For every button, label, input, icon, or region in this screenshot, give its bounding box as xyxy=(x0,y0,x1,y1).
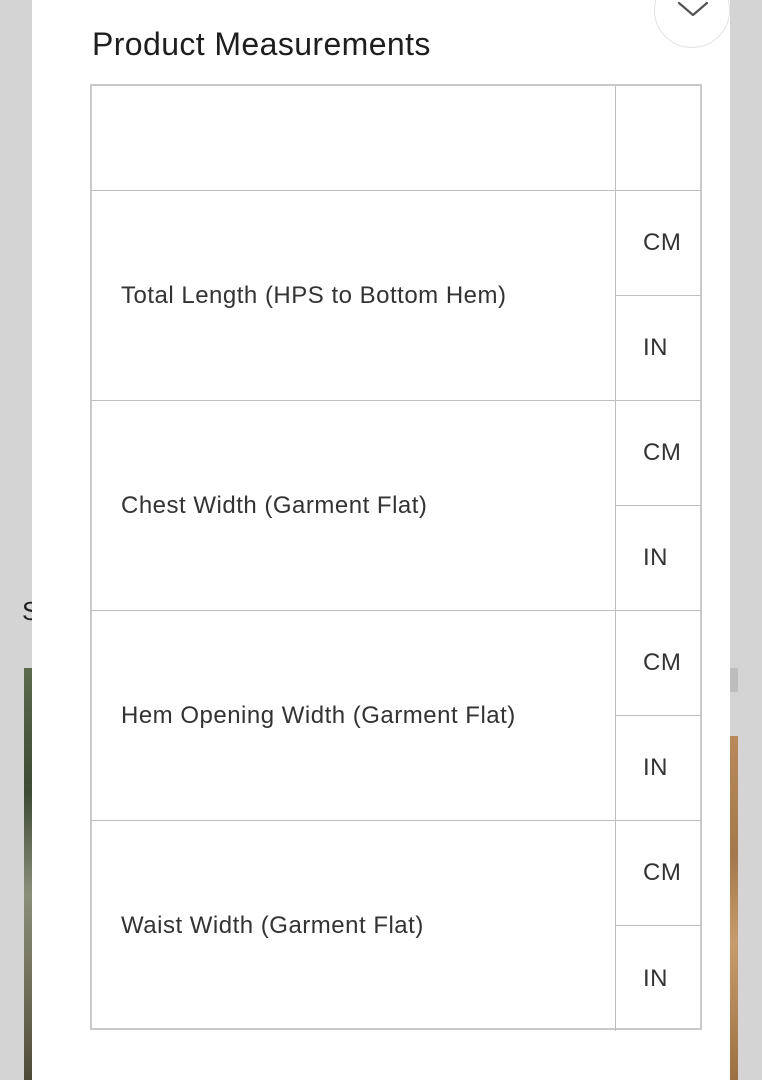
table-row: Hem Opening Width (Garment Flat) CM IN xyxy=(92,611,700,821)
table-row: Chest Width (Garment Flat) CM IN xyxy=(92,401,700,611)
unit-cm: CM xyxy=(616,821,700,926)
unit-cell-group: CM IN xyxy=(616,611,700,820)
measurement-label: Waist Width (Garment Flat) xyxy=(92,821,616,1031)
unit-in: IN xyxy=(643,753,668,781)
unit-cell-group: CM IN xyxy=(616,821,700,1031)
background-product-image-left xyxy=(24,668,32,1080)
unit-cm: CM xyxy=(616,191,700,296)
measurements-table: Total Length (HPS to Bottom Hem) CM IN C… xyxy=(90,84,702,1031)
unit-cell-group: CM IN xyxy=(616,401,700,610)
measurement-label: Total Length (HPS to Bottom Hem) xyxy=(92,191,616,400)
table-header-label-cell xyxy=(92,86,616,190)
measurement-label: Hem Opening Width (Garment Flat) xyxy=(92,611,616,820)
table-row: Total Length (HPS to Bottom Hem) CM IN xyxy=(92,191,700,401)
measurement-label: Chest Width (Garment Flat) xyxy=(92,401,616,610)
chevron-down-icon xyxy=(677,1,709,17)
background-chip-right xyxy=(730,668,738,692)
modal-title: Product Measurements xyxy=(92,26,431,62)
unit-cm: CM xyxy=(616,611,700,716)
unit-cm: CM xyxy=(616,401,700,506)
unit-in: IN xyxy=(643,964,668,992)
unit-in: IN xyxy=(643,333,668,361)
unit-in: IN xyxy=(643,543,668,571)
unit-cell-group: CM IN xyxy=(616,191,700,400)
measurements-modal: Product Measurements Total Length (HPS t… xyxy=(32,0,730,1080)
close-modal-button[interactable] xyxy=(654,0,730,48)
background-product-image-right xyxy=(730,736,738,1080)
table-header-row xyxy=(92,86,700,191)
table-row: Waist Width (Garment Flat) CM IN xyxy=(92,821,700,1031)
table-header-unit-cell xyxy=(616,86,700,190)
